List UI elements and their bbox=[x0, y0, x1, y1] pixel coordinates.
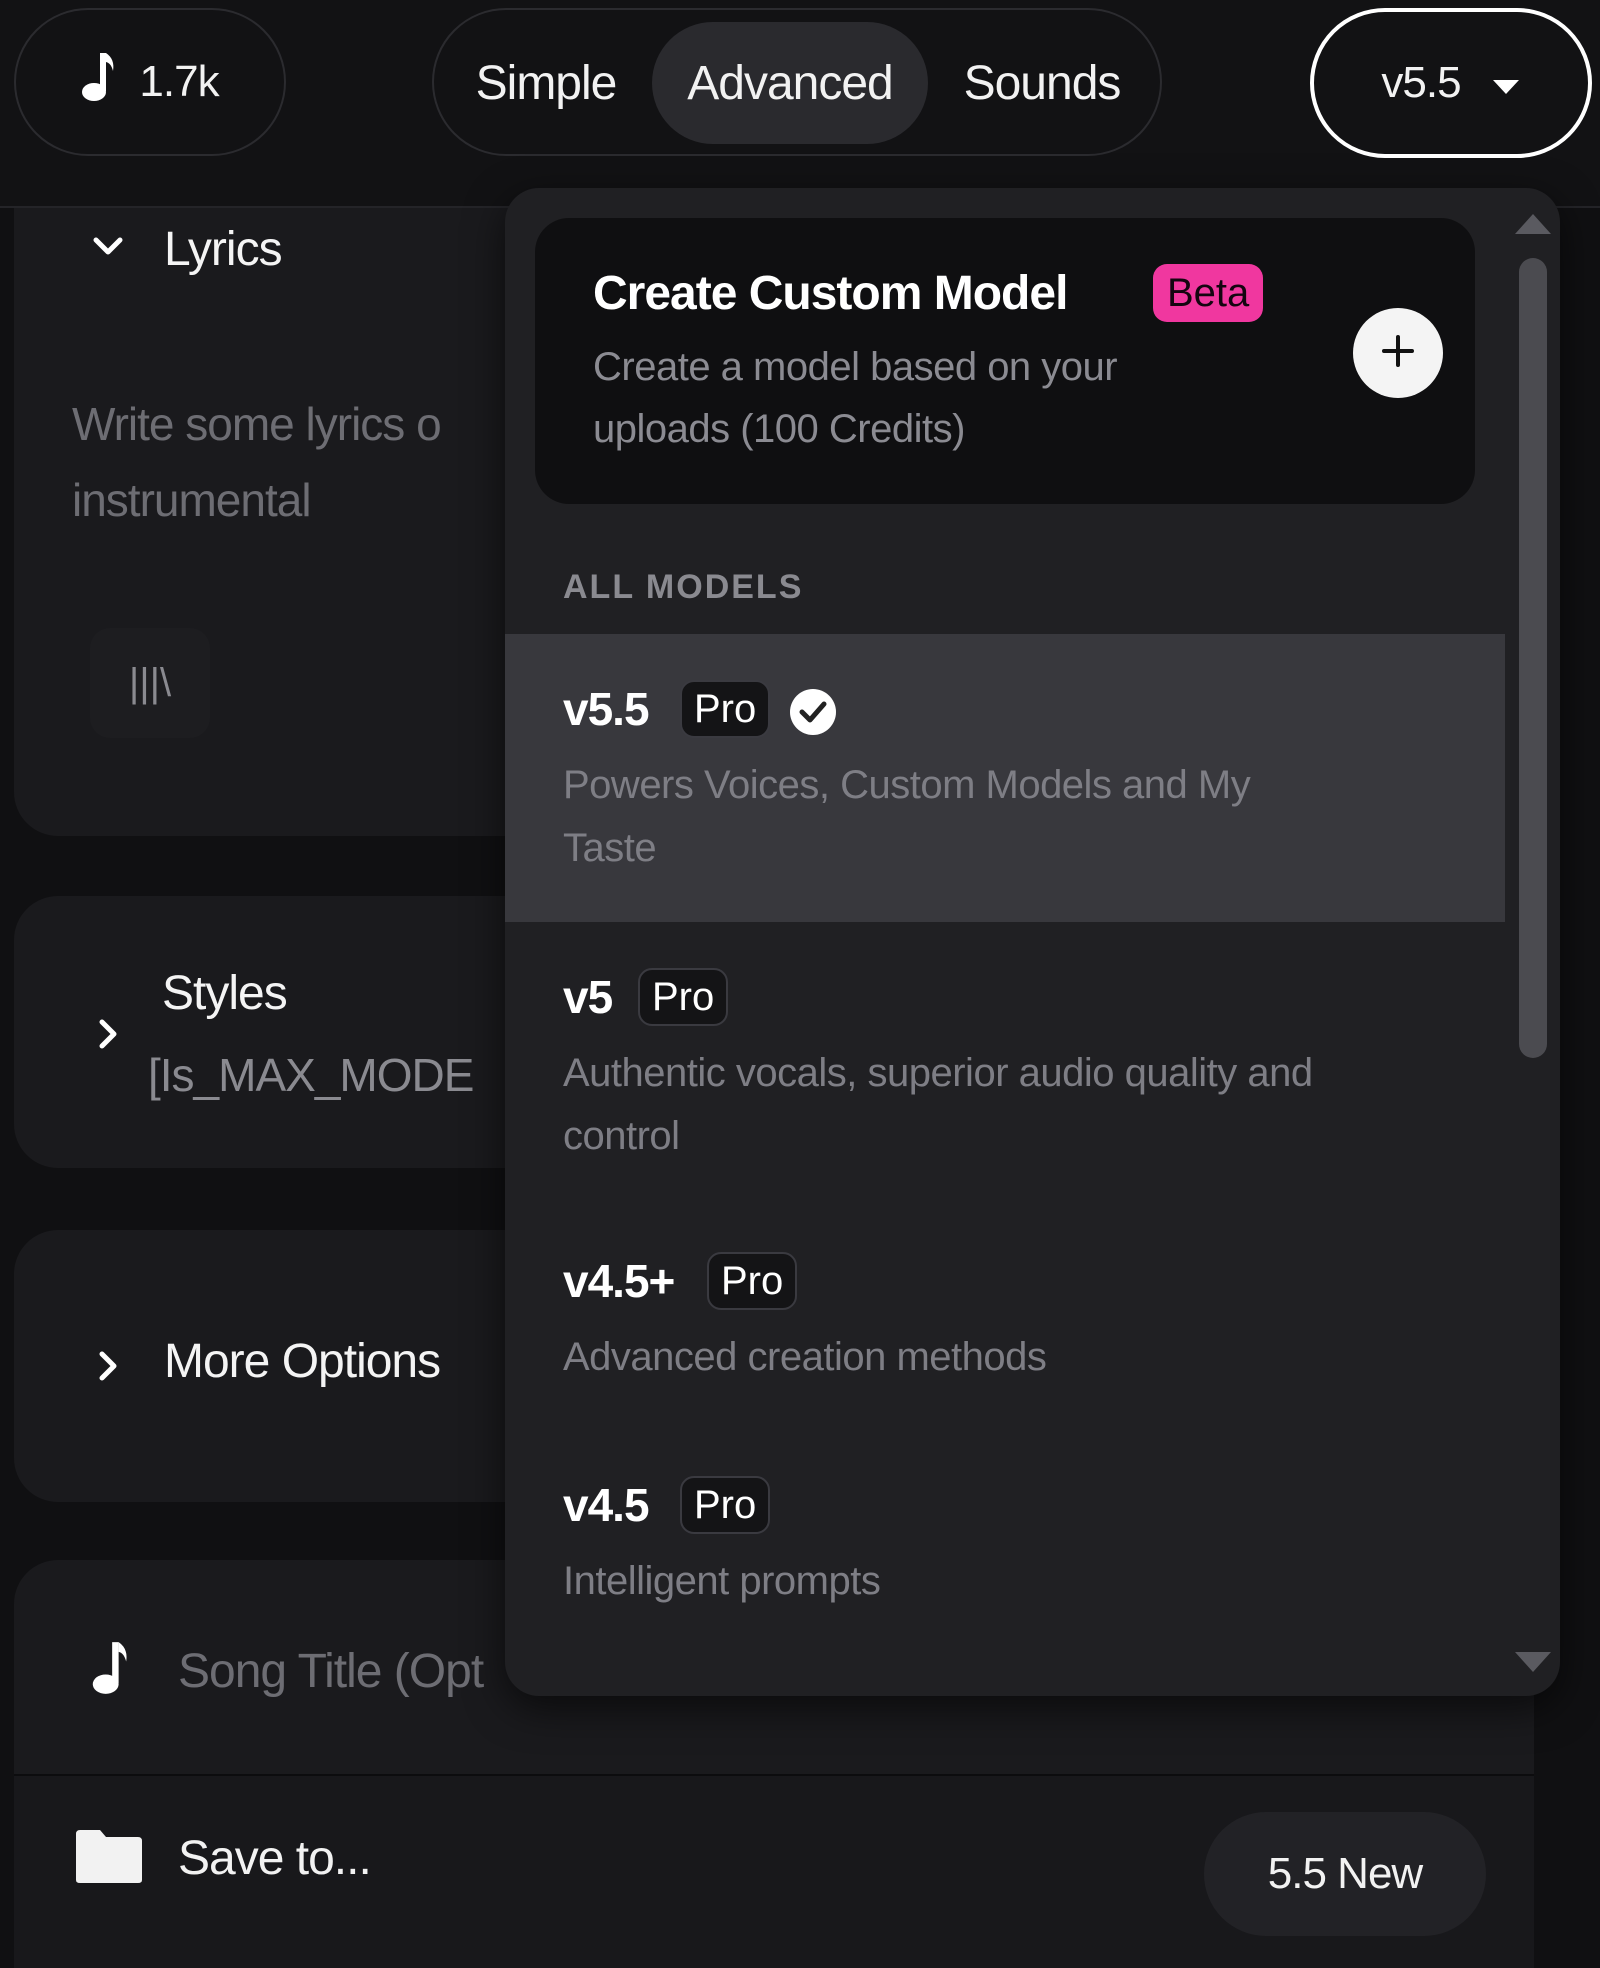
model-desc-line2: Taste bbox=[563, 826, 657, 870]
scrollbar-thumb[interactable] bbox=[1519, 258, 1547, 1058]
model-description: Advanced creation methods bbox=[563, 1326, 1463, 1389]
model-option-v4-5-plus[interactable]: v4.5+ Pro Advanced creation methods bbox=[505, 1208, 1505, 1428]
model-desc-line2: control bbox=[563, 1114, 680, 1158]
chevron-right-icon bbox=[90, 1348, 126, 1384]
styles-title: Styles bbox=[162, 967, 288, 1020]
create-model-plus-button[interactable] bbox=[1353, 308, 1443, 398]
model-option-v4-5[interactable]: v4.5 Pro Intelligent prompts bbox=[505, 1432, 1505, 1652]
model-version-select[interactable]: v5.5 bbox=[1310, 8, 1592, 158]
version-label: v5.5 bbox=[1381, 58, 1461, 107]
model-desc-line1: Intelligent prompts bbox=[563, 1559, 881, 1603]
tab-sounds[interactable]: Sounds bbox=[944, 22, 1140, 144]
pro-badge: Pro bbox=[638, 968, 729, 1026]
create-custom-model-card[interactable]: Create Custom Model Beta Create a model … bbox=[535, 218, 1475, 504]
scroll-up-icon[interactable] bbox=[1513, 212, 1553, 241]
scroll-down-icon[interactable] bbox=[1513, 1650, 1553, 1679]
new-model-button[interactable]: 5.5 New bbox=[1204, 1812, 1486, 1936]
styles-value: [Is_MAX_MODE bbox=[148, 1049, 474, 1101]
model-option-v5-5[interactable]: v5.5 Pro Powers Voices, Custom Models an… bbox=[505, 634, 1505, 922]
model-description: Powers Voices, Custom Models and My Tast… bbox=[563, 754, 1463, 880]
tab-advanced[interactable]: Advanced bbox=[652, 22, 928, 144]
model-desc-line1: Advanced creation methods bbox=[563, 1335, 1047, 1379]
more-options-title: More Options bbox=[164, 1335, 441, 1388]
model-description: Intelligent prompts bbox=[563, 1550, 1463, 1613]
lyrics-placeholder-line2: instrumental bbox=[72, 474, 312, 526]
model-desc-line1: Powers Voices, Custom Models and My bbox=[563, 763, 1251, 807]
beta-badge: Beta bbox=[1153, 264, 1264, 322]
song-count: 1.7k bbox=[139, 57, 219, 106]
model-name: v4.5+ bbox=[563, 1255, 675, 1307]
custom-model-description: Create a model based on your uploads (10… bbox=[593, 336, 1233, 460]
pro-badge: Pro bbox=[680, 1476, 771, 1534]
custom-model-title: Create Custom Model bbox=[593, 267, 1068, 320]
model-dropdown: Create Custom Model Beta Create a model … bbox=[505, 188, 1560, 1696]
model-option-v5[interactable]: v5 Pro Authentic vocals, superior audio … bbox=[505, 922, 1505, 1204]
pro-badge: Pro bbox=[680, 680, 771, 738]
music-note-icon bbox=[90, 1640, 130, 1701]
chevron-right-icon bbox=[90, 1016, 126, 1052]
chevron-down-icon[interactable] bbox=[90, 228, 126, 264]
mode-tabs: Simple Advanced Sounds bbox=[432, 8, 1162, 156]
folder-icon bbox=[74, 1828, 144, 1889]
model-name: v5 bbox=[563, 971, 613, 1023]
bottom-bar: Save to... 5.5 New bbox=[14, 1774, 1534, 1968]
tab-simple[interactable]: Simple bbox=[456, 22, 636, 144]
music-note-icon bbox=[81, 51, 115, 114]
all-models-label: ALL MODELS bbox=[563, 568, 804, 606]
save-to-button[interactable]: Save to... bbox=[74, 1828, 372, 1889]
song-title-input[interactable]: Song Title (Opt bbox=[178, 1644, 484, 1699]
model-name: v5.5 bbox=[563, 683, 650, 735]
plus-icon bbox=[1380, 333, 1416, 374]
model-desc-line1: Authentic vocals, superior audio quality… bbox=[563, 1051, 1313, 1095]
custom-desc-line2: uploads (100 Credits) bbox=[593, 407, 965, 451]
model-name: v4.5 bbox=[563, 1479, 650, 1531]
lyrics-title: Lyrics bbox=[164, 223, 283, 276]
save-to-label: Save to... bbox=[178, 1832, 372, 1885]
lyrics-tool-button[interactable]: |||\ bbox=[90, 628, 210, 738]
song-count-button[interactable]: 1.7k bbox=[14, 8, 286, 156]
lyrics-placeholder-line1: Write some lyrics o bbox=[72, 398, 442, 450]
check-circle-icon bbox=[789, 688, 837, 741]
custom-desc-line1: Create a model based on your bbox=[593, 345, 1118, 389]
pro-badge: Pro bbox=[707, 1252, 798, 1310]
model-description: Authentic vocals, superior audio quality… bbox=[563, 1042, 1463, 1168]
dropdown-scrollbar[interactable] bbox=[1515, 248, 1547, 1658]
bars-icon: |||\ bbox=[128, 660, 172, 705]
lyrics-input[interactable]: Write some lyrics o instrumental bbox=[72, 386, 442, 538]
top-bar: 1.7k Simple Advanced Sounds v5.5 bbox=[0, 0, 1600, 208]
caret-down-icon bbox=[1491, 58, 1521, 108]
